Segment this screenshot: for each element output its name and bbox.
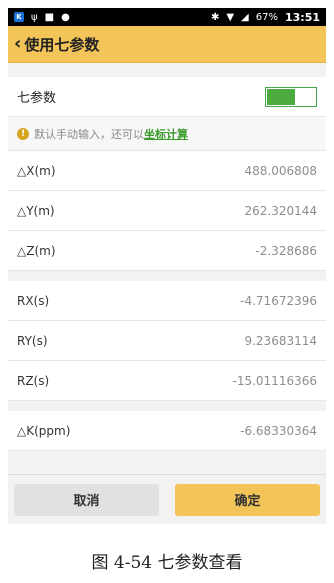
- info-icon: !: [17, 127, 29, 140]
- rotation-params: RX(s) -4.71672396 RY(s) 9.23683114 RZ(s) -15.…: [8, 281, 326, 401]
- param-row[interactable]: △X(m) 488.006808: [8, 151, 326, 191]
- switch-fill: [267, 88, 295, 105]
- param-label: △Z(m): [17, 243, 56, 258]
- wifi-icon: ▼: [226, 11, 235, 23]
- lock-icon: ■: [44, 11, 55, 23]
- scale-params: △K(ppm) -6.68330364: [8, 411, 326, 451]
- top-gap: [8, 63, 326, 77]
- translation-params: △X(m) 488.006808 △Y(m) 262.320144 △Z(m) -2.32…: [8, 151, 326, 271]
- clock: 13:51: [284, 10, 320, 24]
- coordinate-calc-link[interactable]: 坐标计算: [144, 126, 188, 142]
- notification-icon: ●: [61, 11, 70, 23]
- param-row[interactable]: △Y(m) 262.320144: [8, 191, 326, 231]
- param-row[interactable]: △Z(m) -2.328686: [8, 231, 326, 271]
- page-title: 使用七参数: [24, 35, 100, 54]
- param-label: △K(ppm): [17, 423, 71, 438]
- section-spacer: [8, 401, 326, 411]
- status-icons-left: K ψ ■ ●: [14, 12, 70, 23]
- hint-row: ! 默认手动输入，还可以 坐标计算: [8, 117, 326, 151]
- seven-param-switch[interactable]: [265, 86, 317, 107]
- cancel-button[interactable]: 取消: [14, 483, 159, 516]
- status-icons-right: ✱ ▼ ◢ 67% 13:51: [211, 11, 320, 24]
- param-row[interactable]: RX(s) -4.71672396: [8, 281, 326, 321]
- param-value[interactable]: -2.328686: [255, 244, 317, 258]
- battery-text: 67%: [255, 11, 278, 23]
- param-value[interactable]: -6.68330364: [240, 424, 317, 438]
- settings-section: 七参数 ! 默认手动输入，还可以 坐标计算: [8, 77, 326, 151]
- usb-icon: ψ: [31, 11, 38, 23]
- section-spacer: [8, 271, 326, 281]
- action-bar: 取消 确定: [8, 474, 326, 524]
- param-value[interactable]: 488.006808: [244, 164, 317, 178]
- param-label: RX(s): [17, 293, 50, 308]
- app-notification-icon: K: [14, 12, 24, 22]
- title-bar: ‹ 使用七参数: [8, 26, 326, 63]
- bluetooth-icon: ✱: [210, 11, 220, 23]
- param-row[interactable]: RY(s) 9.23683114: [8, 321, 326, 361]
- seven-param-label: 七参数: [17, 91, 57, 106]
- param-row[interactable]: △K(ppm) -6.68330364: [8, 411, 326, 451]
- param-label: RY(s): [17, 333, 48, 348]
- back-chevron-icon[interactable]: ‹: [14, 35, 21, 53]
- hint-text: 默认手动输入，还可以: [34, 127, 144, 141]
- confirm-button[interactable]: 确定: [175, 483, 320, 516]
- switch-knob: [295, 88, 315, 105]
- phone-screen: K ψ ■ ● ✱ ▼ ◢ 67% 13:51 ‹ 使用七参数 七参数 ! 默认…: [8, 8, 326, 524]
- seven-param-toggle-row: 七参数: [8, 77, 326, 117]
- param-label: RZ(s): [17, 373, 50, 388]
- signal-icon: ◢: [241, 11, 249, 23]
- param-label: △X(m): [17, 163, 56, 178]
- status-bar: K ψ ■ ● ✱ ▼ ◢ 67% 13:51: [8, 8, 326, 26]
- figure-caption: 图 4-54 七参数查看: [91, 553, 243, 573]
- param-value[interactable]: 262.320144: [244, 204, 317, 218]
- param-label: △Y(m): [17, 203, 55, 218]
- param-row[interactable]: RZ(s) -15.01116366: [8, 361, 326, 401]
- param-value[interactable]: -4.71672396: [240, 294, 317, 308]
- param-value[interactable]: 9.23683114: [244, 334, 317, 348]
- param-value[interactable]: -15.01116366: [233, 374, 318, 388]
